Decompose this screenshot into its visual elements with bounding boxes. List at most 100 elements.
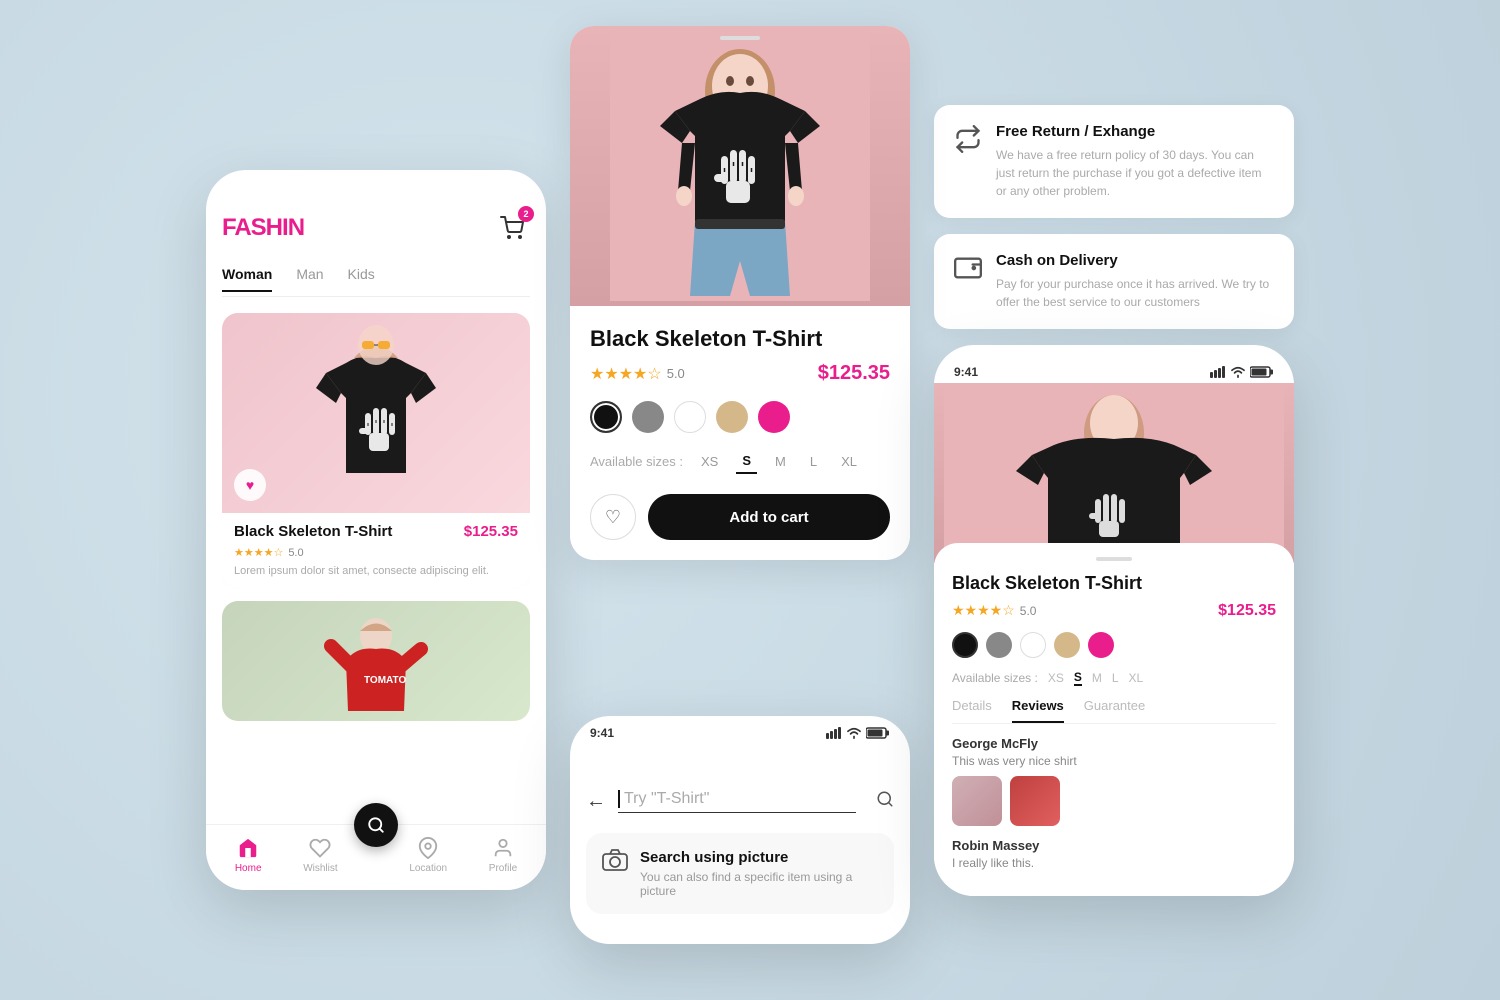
status-bar-right: 9:41 xyxy=(934,355,1294,383)
right-size-l[interactable]: L xyxy=(1112,671,1119,685)
tab-woman[interactable]: Woman xyxy=(222,266,272,292)
wishlist-button-1[interactable]: ♥ xyxy=(234,469,266,501)
nav-profile-label: Profile xyxy=(489,863,517,874)
return-icon xyxy=(954,125,982,159)
nav-location[interactable]: Location xyxy=(409,837,447,874)
search-icon[interactable] xyxy=(876,790,894,813)
drag-handle-right xyxy=(1096,557,1132,561)
color-gray[interactable] xyxy=(632,401,664,433)
right-color-white[interactable] xyxy=(1020,632,1046,658)
right-product-image xyxy=(934,383,1294,563)
right-phone-time: 9:41 xyxy=(954,365,978,379)
review-item-1: George McFly This was very nice shirt xyxy=(952,736,1276,826)
signal-icon-right xyxy=(1210,366,1226,378)
product-rating-1: ★★★★☆ 5.0 xyxy=(234,546,518,559)
feature-card-return: Free Return / Exhange We have a free ret… xyxy=(934,105,1294,218)
add-to-cart-button[interactable]: Add to cart xyxy=(648,494,890,540)
right-color-black[interactable] xyxy=(952,632,978,658)
tab-kids[interactable]: Kids xyxy=(348,266,375,292)
cart-button[interactable]: 2 xyxy=(494,210,530,246)
search-input[interactable]: Try "T-Shirt" xyxy=(618,790,856,813)
phone-dr-inner: 9:41 xyxy=(934,345,1294,896)
search-placeholder: Try "T-Shirt" xyxy=(624,790,856,808)
cod-icon xyxy=(954,254,982,288)
drag-handle xyxy=(720,36,760,40)
reviewer-name-1: George McFly xyxy=(952,736,1276,751)
wifi-icon-right xyxy=(1230,366,1246,378)
size-m[interactable]: M xyxy=(769,450,792,473)
right-size-xl[interactable]: XL xyxy=(1129,671,1144,685)
color-tan[interactable] xyxy=(716,401,748,433)
color-pink[interactable] xyxy=(758,401,790,433)
detail-product-image xyxy=(570,26,910,306)
app-header: FASHIN 2 xyxy=(222,210,530,246)
heart-icon xyxy=(309,837,331,859)
tab-reviews[interactable]: Reviews xyxy=(1012,698,1064,723)
right-size-m[interactable]: M xyxy=(1092,671,1102,685)
product-card-1[interactable]: ♥ Black Skeleton T-Shirt $125.35 ★★★★☆ 5… xyxy=(222,313,530,589)
detail-title: Black Skeleton T-Shirt xyxy=(590,326,890,352)
feature-return-desc: We have a free return policy of 30 days.… xyxy=(996,146,1274,200)
right-detail-svg xyxy=(944,383,1284,563)
feature-return-text: Free Return / Exhange We have a free ret… xyxy=(996,123,1274,200)
color-black[interactable] xyxy=(590,401,622,433)
tab-guarantee[interactable]: Guarantee xyxy=(1084,698,1145,723)
return-arrows-icon xyxy=(954,125,982,153)
nav-home[interactable]: Home xyxy=(235,837,262,874)
right-size-s[interactable]: S xyxy=(1074,670,1082,686)
status-bar-search: 9:41 xyxy=(570,716,910,740)
search-option-title: Search using picture xyxy=(640,849,878,866)
battery-icon-right xyxy=(1250,366,1274,378)
search-by-picture-card[interactable]: Search using picture You can also find a… xyxy=(586,833,894,914)
size-xs[interactable]: XS xyxy=(695,450,724,473)
size-label: Available sizes : xyxy=(590,454,683,469)
nav-wishlist-label: Wishlist xyxy=(303,863,337,874)
wishlist-button-detail[interactable]: ♡ xyxy=(590,494,636,540)
tab-details[interactable]: Details xyxy=(952,698,992,723)
detail-tabs: Details Reviews Guarantee xyxy=(952,698,1276,724)
battery-icon xyxy=(866,727,890,739)
reviewer-name-2: Robin Massey xyxy=(952,838,1276,853)
search-inner: ← Try "T-Shirt" xyxy=(570,740,910,944)
product-tshirt-svg xyxy=(296,323,456,503)
wifi-icon xyxy=(846,727,862,739)
size-l[interactable]: L xyxy=(804,450,823,473)
search-option-text: Search using picture You can also find a… xyxy=(640,849,878,898)
size-xl[interactable]: XL xyxy=(835,450,863,473)
right-detail-sheet: Black Skeleton T-Shirt ★★★★☆ 5.0 $125.35… xyxy=(934,543,1294,896)
review-img-1b xyxy=(1010,776,1060,826)
product-2-svg: TOMATO xyxy=(316,611,436,711)
detail-actions: ♡ Add to cart xyxy=(590,494,890,540)
detail-content: Black Skeleton T-Shirt ★★★★☆ 5.0 $125.35… xyxy=(570,306,910,560)
nav-location-label: Location xyxy=(409,863,447,874)
color-white[interactable] xyxy=(674,401,706,433)
size-selector: Available sizes : XS S M L XL xyxy=(590,449,890,474)
right-color-tan[interactable] xyxy=(1054,632,1080,658)
size-s[interactable]: S xyxy=(736,449,757,474)
logo-accent: N xyxy=(288,214,304,241)
review-images-1 xyxy=(952,776,1276,826)
phone-detail-right: 9:41 xyxy=(934,345,1294,896)
product-image-1: ♥ xyxy=(222,313,530,513)
product-detail-card: Black Skeleton T-Shirt ★★★★☆ 5.0 $125.35… xyxy=(570,26,910,560)
nav-home-label: Home xyxy=(235,863,262,874)
right-detail-rating: ★★★★☆ 5.0 xyxy=(952,602,1036,619)
back-button[interactable]: ← xyxy=(586,790,606,813)
feature-card-cod: Cash on Delivery Pay for your purchase o… xyxy=(934,234,1294,329)
review-img-1a xyxy=(952,776,1002,826)
nav-wishlist[interactable]: Wishlist xyxy=(303,837,337,874)
wallet-icon xyxy=(954,254,982,282)
right-color-pink[interactable] xyxy=(1088,632,1114,658)
signal-icons xyxy=(826,727,890,739)
product-image-2: TOMATO xyxy=(222,601,530,721)
logo-text: FASHI xyxy=(222,214,288,241)
location-icon xyxy=(417,837,439,859)
nav-profile[interactable]: Profile xyxy=(489,837,517,874)
search-fab-button[interactable] xyxy=(354,803,398,847)
tab-man[interactable]: Man xyxy=(296,266,323,292)
product-card-2[interactable]: TOMATO xyxy=(222,601,530,721)
right-color-gray[interactable] xyxy=(986,632,1012,658)
detail-tshirt-svg xyxy=(610,31,870,301)
right-size-xs[interactable]: XS xyxy=(1048,671,1064,685)
category-tabs: Woman Man Kids xyxy=(222,266,530,297)
